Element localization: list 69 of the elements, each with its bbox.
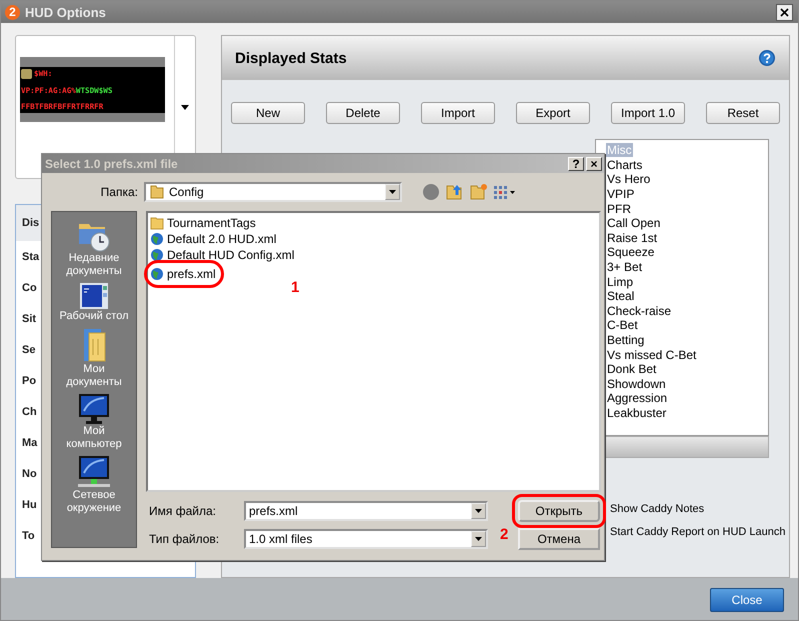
- file-item[interactable]: Default HUD Config.xml: [150, 247, 296, 263]
- file-name-field[interactable]: prefs.xml: [244, 501, 488, 521]
- dropdown-arrow-icon[interactable]: [181, 104, 189, 110]
- file-item[interactable]: TournamentTags: [150, 215, 258, 231]
- option-label: Show Caddy Notes: [610, 503, 706, 515]
- globe-icon: [150, 267, 164, 281]
- close-icon[interactable]: [776, 4, 793, 20]
- dropdown-arrow-icon[interactable]: [475, 509, 482, 513]
- place-label[interactable]: Рабочий стол: [59, 310, 129, 323]
- category-item[interactable]: Call Open: [606, 216, 662, 230]
- file-name-label: Имя файла:: [148, 504, 217, 518]
- toolbar-button[interactable]: Import 1.0: [611, 102, 685, 124]
- category-item[interactable]: Limp: [606, 274, 634, 289]
- app-badge: 2: [5, 4, 20, 20]
- category-item[interactable]: Donk Bet: [606, 362, 658, 376]
- category-item[interactable]: Raise 1st: [606, 230, 658, 245]
- category-item[interactable]: Betting: [606, 333, 646, 348]
- toolbar-button[interactable]: Export: [516, 102, 590, 124]
- category-item[interactable]: Squeeze: [606, 245, 656, 260]
- category-item[interactable]: PFR: [606, 202, 632, 216]
- category-item[interactable]: Aggression: [606, 391, 668, 406]
- toolbar-button[interactable]: Reset: [706, 102, 780, 124]
- panel-title: Displayed Stats: [235, 50, 347, 66]
- place-label[interactable]: Сетевое окружение: [59, 489, 129, 515]
- folder-icon: [149, 184, 165, 200]
- cancel-button[interactable]: Отмена: [518, 528, 600, 550]
- window-title: HUD Options: [25, 4, 107, 20]
- category-item[interactable]: Steal: [606, 289, 636, 304]
- file-item[interactable]: Default 2.0 HUD.xml: [150, 231, 278, 247]
- step-number: 2: [500, 526, 508, 543]
- folder-label: Папка:: [100, 185, 138, 199]
- up-folder-icon[interactable]: [446, 183, 464, 201]
- dropdown-arrow-icon[interactable]: [389, 190, 396, 194]
- documents-folder-icon[interactable]: [81, 327, 107, 363]
- category-item[interactable]: Check-raise: [606, 304, 672, 318]
- category-item[interactable]: Vs missed C-Bet: [606, 348, 698, 362]
- category-item[interactable]: C-Bet: [606, 318, 639, 332]
- file-type-dropdown[interactable]: 1.0 xml files: [244, 529, 488, 549]
- network-monitor-icon[interactable]: [77, 455, 111, 489]
- hud-chip-icon: [21, 68, 32, 78]
- close-button[interactable]: Close: [710, 588, 784, 612]
- option-label: Start Caddy Report on HUD Launch: [610, 526, 786, 538]
- folder-dropdown[interactable]: Config: [144, 182, 402, 202]
- category-item[interactable]: Showdown: [606, 376, 667, 391]
- close-button[interactable]: ×: [586, 156, 602, 170]
- toolbar-button[interactable]: Import: [421, 102, 495, 124]
- category-item[interactable]: 3+ Bet: [606, 260, 644, 274]
- help-button[interactable]: ?: [568, 156, 584, 170]
- view-menu-icon[interactable]: [494, 185, 516, 199]
- place-label[interactable]: Недавние документы: [59, 252, 129, 278]
- toolbar-button[interactable]: New: [231, 102, 305, 124]
- category-item[interactable]: Leakbuster: [606, 406, 668, 420]
- toolbar-button[interactable]: Delete: [326, 102, 400, 124]
- category-item[interactable]: Charts: [606, 158, 644, 172]
- category-item[interactable]: VPIP: [606, 187, 636, 202]
- category-item[interactable]: Vs Hero: [606, 172, 652, 186]
- place-label[interactable]: Мой компьютер: [59, 425, 129, 451]
- globe-icon: [150, 232, 164, 246]
- desktop-icon[interactable]: [79, 282, 109, 310]
- file-item[interactable]: prefs.xml: [150, 266, 218, 282]
- place-label[interactable]: Мои документы: [59, 363, 129, 389]
- help-icon[interactable]: [759, 50, 775, 66]
- file-type-label: Тип файлов:: [148, 532, 220, 546]
- globe-icon: [150, 248, 164, 262]
- monitor-icon[interactable]: [78, 393, 110, 425]
- step-number: 1: [291, 279, 300, 296]
- folder-icon: [150, 216, 164, 230]
- dialog-title: Select 1.0 prefs.xml file: [45, 156, 179, 170]
- dropdown-arrow-icon[interactable]: [475, 537, 482, 541]
